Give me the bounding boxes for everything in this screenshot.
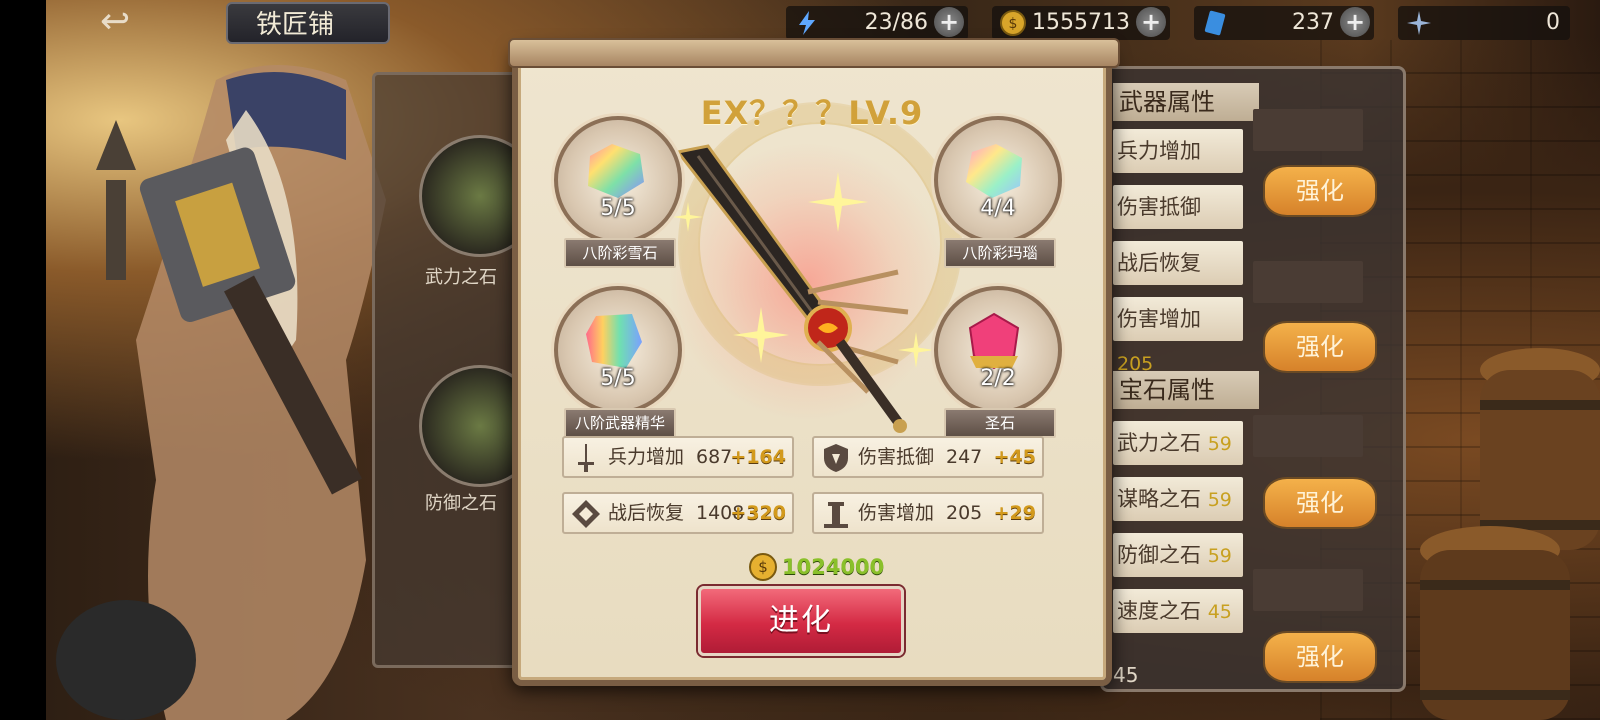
stat-row: 战后恢复 1408 +320 xyxy=(562,492,794,534)
svg-text:$: $ xyxy=(1009,16,1018,32)
add-energy-button[interactable]: + xyxy=(934,7,964,37)
diamond-heal-icon xyxy=(572,500,600,528)
material-name: 八阶武器精华 xyxy=(564,408,676,438)
gem-attr-row: 武力之石 59 xyxy=(1113,421,1243,465)
material-slot[interactable]: 5/5 八阶武器精华 xyxy=(554,286,682,438)
shield-icon xyxy=(824,444,848,472)
weapon-attr-row: 伤害抵御 247 xyxy=(1113,185,1243,263)
gem-attr-row: 防御之石 59 xyxy=(1113,533,1243,577)
enhance-button[interactable]: 强化 xyxy=(1263,477,1377,529)
weapon-attr-row: 战后恢复 1408 xyxy=(1113,241,1243,319)
material-name: 圣石 xyxy=(944,408,1056,438)
stat-row: 伤害抵御 247 +45 xyxy=(812,436,1044,478)
gold-counter: $ 1555713 + xyxy=(992,6,1170,40)
back-button[interactable]: ↩ xyxy=(100,4,170,42)
crystal-counter: 0 xyxy=(1398,6,1570,40)
dialog-top-frame xyxy=(508,38,1120,68)
gem-slot-panel: 武力之石 防御之石 xyxy=(372,72,541,668)
sword-icon xyxy=(675,144,909,433)
screen-edge xyxy=(0,0,46,720)
stat-label: 伤害抵御 xyxy=(858,446,935,468)
ticket-counter: 237 + xyxy=(1194,6,1374,40)
material-count: 5/5 xyxy=(600,366,636,391)
sparkle-icon xyxy=(808,172,868,232)
evolve-dialog: EX？？？LV.9 5/5 八阶彩雪石 4/4 八阶彩玛瑙 5/5 八阶武器精华… xyxy=(508,38,1120,686)
material-count: 5/5 xyxy=(600,196,636,221)
weapon-essence-crystal-icon xyxy=(586,314,642,368)
material-slot[interactable]: 2/2 圣石 xyxy=(934,286,1062,438)
material-name: 八阶彩雪石 xyxy=(564,238,676,268)
weapon-attr-row: 伤害增加 205 xyxy=(1113,297,1243,375)
gem-slot xyxy=(1253,415,1363,457)
bottom-value: 45 xyxy=(1113,663,1139,687)
stat-base: 205 xyxy=(946,502,983,524)
barrels xyxy=(1420,348,1600,720)
gold-value: 1555713 xyxy=(1032,10,1130,35)
rainbow-stone-icon xyxy=(588,144,644,198)
ticket-value: 237 xyxy=(1292,10,1334,35)
material-slot[interactable]: 5/5 八阶彩雪石 xyxy=(554,116,682,268)
cost-amount: 1024000 xyxy=(782,555,885,579)
gold-coin-icon: $ xyxy=(749,553,777,581)
material-count: 2/2 xyxy=(980,366,1016,391)
lightning-icon xyxy=(799,11,815,35)
gem-slot-1-label: 武力之石 xyxy=(425,267,497,288)
stat-label: 伤害增加 xyxy=(858,502,935,524)
gem-slot xyxy=(1253,569,1363,611)
gem-attr-row: 谋略之石 59 xyxy=(1113,477,1243,521)
material-slot[interactable]: 4/4 八阶彩玛瑙 xyxy=(934,116,1062,268)
gem-attr-row: 速度之石 45 xyxy=(1113,589,1243,633)
stat-bonus: +29 xyxy=(993,502,1036,524)
energy-counter: 23/86 + xyxy=(786,6,968,40)
add-gold-button[interactable]: + xyxy=(1136,7,1166,37)
enhance-button[interactable]: 强化 xyxy=(1263,321,1377,373)
gold-coin-icon: $ xyxy=(1000,10,1026,36)
energy-value: 23/86 xyxy=(864,10,928,35)
stat-base: 247 xyxy=(946,446,983,468)
page-title: 铁匠铺 xyxy=(226,2,390,44)
blue-ticket-icon xyxy=(1204,10,1226,36)
evolve-button[interactable]: 进化 xyxy=(698,586,904,656)
weapon-attr-row: 兵力增加 687 xyxy=(1113,129,1243,207)
stat-row: 伤害增加 205 +29 xyxy=(812,492,1044,534)
stat-bonus: +45 xyxy=(993,446,1036,468)
svg-text:$: $ xyxy=(758,558,768,576)
weapon-attr-title: 武器属性 xyxy=(1113,83,1259,121)
crystal-value: 0 xyxy=(1546,10,1560,35)
attribute-panel: 武器属性 兵力增加 687 强化 伤害抵御 247 战后恢复 1408 强化 伤… xyxy=(1100,66,1406,692)
rainbow-agate-icon xyxy=(966,144,1022,198)
pink-holy-stone-icon xyxy=(968,312,1020,370)
add-ticket-button[interactable]: + xyxy=(1340,7,1370,37)
sparkle-icon xyxy=(733,307,789,363)
gem-slot-2-label: 防御之石 xyxy=(425,493,497,514)
stat-bonus: +320 xyxy=(730,502,786,524)
stat-label: 战后恢复 xyxy=(608,502,685,524)
stat-bonus: +164 xyxy=(730,446,786,468)
material-name: 八阶彩玛瑙 xyxy=(944,238,1056,268)
weapon-slot xyxy=(1253,261,1363,303)
pillar-damage-icon xyxy=(824,502,848,528)
weapon-slot xyxy=(1253,109,1363,151)
sword-icon xyxy=(578,444,594,472)
stat-label: 兵力增加 xyxy=(608,446,685,468)
material-count: 4/4 xyxy=(980,196,1016,221)
stat-base: 687 xyxy=(696,446,733,468)
enhance-button[interactable]: 强化 xyxy=(1263,631,1377,683)
enhance-button[interactable]: 强化 xyxy=(1263,165,1377,217)
gem-attr-title: 宝石属性 xyxy=(1113,371,1259,409)
stat-row: 兵力增加 687 +164 xyxy=(562,436,794,478)
sparkle-icon xyxy=(898,332,934,368)
snowflake-crystal-icon xyxy=(1407,11,1431,35)
